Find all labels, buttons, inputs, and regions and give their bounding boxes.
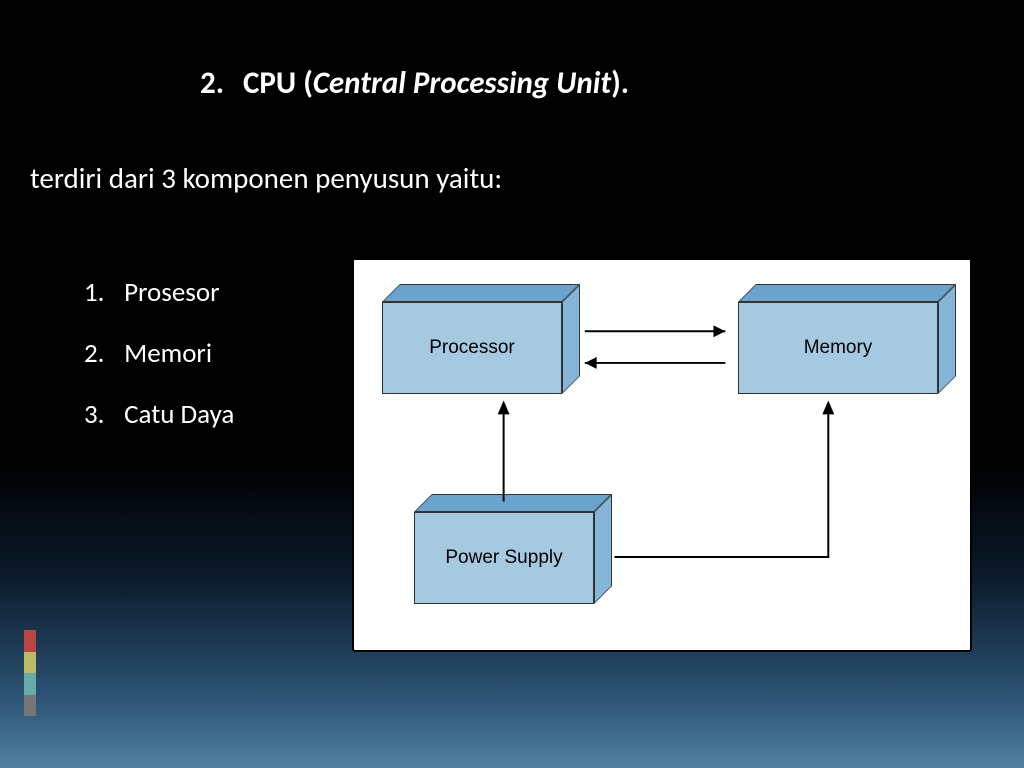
- accent-bar-icon: [24, 630, 36, 716]
- list-item-number: 1.: [84, 276, 118, 309]
- title-open-paren: (: [303, 64, 313, 102]
- list-item-label: Catu Daya: [124, 398, 234, 431]
- title-fullname: Central Processing Unit: [313, 64, 611, 102]
- box-label: Processor: [429, 337, 515, 359]
- diagram-panel: Processor Memory Power Supply: [352, 258, 972, 652]
- box-front-face: Power Supply: [414, 512, 594, 604]
- list-item: 3. Catu Daya: [84, 398, 234, 431]
- list-item: 2. Memori: [84, 337, 234, 370]
- box-side-face: [562, 284, 580, 394]
- title-number: 2.: [200, 64, 224, 102]
- list-item-label: Memori: [124, 337, 212, 370]
- component-list: 1. Prosesor 2. Memori 3. Catu Daya: [84, 276, 234, 459]
- box-top-face: [738, 284, 956, 302]
- subtitle-text: terdiri dari 3 komponen penyusun yaitu:: [30, 160, 502, 196]
- list-item-label: Prosesor: [124, 276, 219, 309]
- list-item-number: 2.: [84, 337, 118, 370]
- box-front-face: Processor: [382, 302, 562, 394]
- box-label: Power Supply: [445, 547, 562, 569]
- diagram-box-power: Power Supply: [414, 494, 614, 604]
- list-item-number: 3.: [84, 398, 118, 431]
- box-front-face: Memory: [738, 302, 938, 394]
- diagram-box-memory: Memory: [738, 284, 938, 394]
- diagram-box-processor: Processor: [382, 284, 582, 394]
- box-side-face: [938, 284, 956, 394]
- slide-title: 2. CPU (Central Processing Unit).: [200, 64, 629, 102]
- title-abbr: CPU: [243, 64, 296, 102]
- slide: 2. CPU (Central Processing Unit). terdir…: [0, 0, 1024, 768]
- box-top-face: [382, 284, 580, 302]
- title-close-paren: ).: [611, 64, 629, 102]
- box-top-face: [414, 494, 612, 512]
- box-side-face: [594, 494, 612, 604]
- list-item: 1. Prosesor: [84, 276, 234, 309]
- box-label: Memory: [804, 337, 873, 359]
